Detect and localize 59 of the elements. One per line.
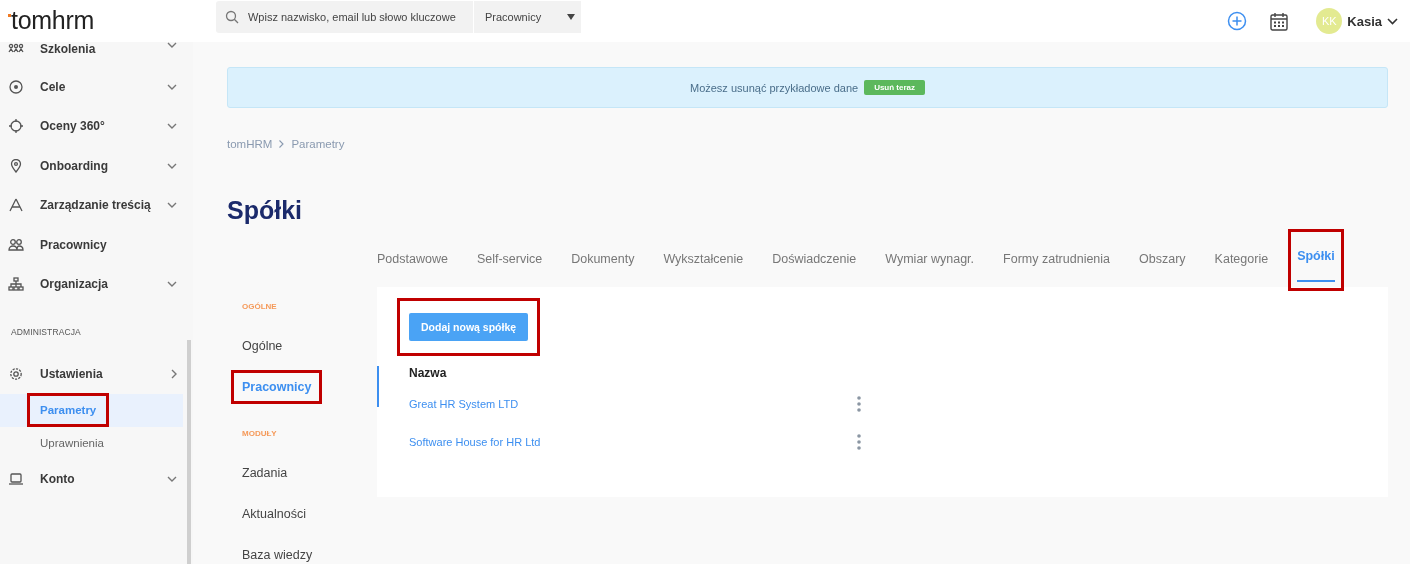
caret-icon (566, 14, 575, 20)
tab[interactable]: Self-service (476, 235, 543, 285)
sidebar-item[interactable]: Szkolenia (0, 42, 193, 67)
section-title: OGÓLNE (241, 301, 278, 313)
sidebar-item[interactable]: Zarządzanie treścią (0, 185, 193, 225)
subnav-item[interactable]: Zadania (242, 465, 288, 480)
column-header: Nazwa (409, 365, 448, 382)
tab[interactable]: Kategorie (1214, 235, 1269, 285)
scope-dropdown[interactable]: Pracownicy (473, 1, 581, 33)
more-options-icon[interactable] (857, 434, 861, 450)
sidebar-item[interactable]: Oceny 360° (0, 106, 193, 146)
company-link[interactable]: Software House for HR Ltd (409, 423, 849, 461)
tab[interactable]: Podstawowe (377, 235, 448, 285)
people-icon (8, 237, 24, 252)
section-title: MODUŁY (241, 428, 278, 440)
tab[interactable]: Wymiar wynagr. (885, 235, 975, 285)
selection-indicator (377, 366, 379, 407)
settings-icon (8, 366, 24, 381)
tab[interactable]: Obszary (1139, 235, 1186, 285)
sidebar-item[interactable]: Ustawienia (0, 354, 193, 394)
subnav-item[interactable]: Baza wiedzy (242, 547, 313, 562)
drafting-compass-icon (8, 198, 24, 213)
user-name: Kasia (1347, 13, 1382, 29)
sidebar-subitem[interactable]: Parametry (40, 404, 97, 416)
calendar-icon (1270, 11, 1289, 31)
banner-message: Możesz usunąć przykładowe dane (689, 81, 859, 94)
more-options-icon[interactable] (857, 396, 861, 412)
logo[interactable]: tomhrm (0, 6, 94, 36)
sidebar-item[interactable]: Konto (0, 459, 193, 499)
org-chart-icon (8, 277, 24, 292)
tab[interactable]: Formy zatrudnienia (1003, 235, 1111, 285)
sidebar-subitem[interactable]: Uprawnienia (40, 437, 104, 449)
subnav-item[interactable]: Aktualności (242, 506, 306, 521)
sidebar-item[interactable]: Cele (0, 67, 193, 107)
sidebar-item[interactable]: Pracownicy (0, 225, 193, 265)
tab[interactable]: Doświadczenie (772, 235, 857, 285)
target-icon (8, 79, 24, 94)
page-title: Spółki (227, 195, 303, 225)
crosshair-icon (8, 119, 24, 134)
user-menu[interactable]: KK Kasia (1316, 8, 1398, 34)
sidebar-item[interactable]: Onboarding (0, 146, 193, 186)
sidebar-item[interactable]: Organizacja (0, 264, 193, 304)
add-icon (1227, 11, 1248, 31)
breadcrumb-link[interactable]: tomHRM (227, 138, 273, 150)
tab[interactable]: Dokumenty (571, 235, 635, 285)
company-link[interactable]: Great HR System LTD (409, 385, 849, 423)
laptop-icon (8, 472, 24, 487)
subnav-item[interactable]: Ogólne (242, 338, 283, 353)
remove-now-button[interactable]: Usuń teraz (864, 80, 926, 95)
chevron-down-icon (1387, 17, 1398, 25)
search-field[interactable]: Wpisz nazwisko, email lub słowo kluczowe (215, 1, 473, 33)
breadcrumb-link[interactable]: Parametry (291, 138, 345, 150)
section-title: ADMINISTRACJA (10, 326, 82, 339)
location-pin-icon (8, 158, 24, 173)
add-company-button[interactable]: Dodaj nową spółkę (409, 313, 529, 341)
tab[interactable]: Spółki (1297, 232, 1335, 282)
tab[interactable]: Wykształcenie (663, 235, 744, 285)
chevron-right-icon (279, 140, 285, 148)
subnav-item[interactable]: Pracownicy (242, 379, 312, 394)
